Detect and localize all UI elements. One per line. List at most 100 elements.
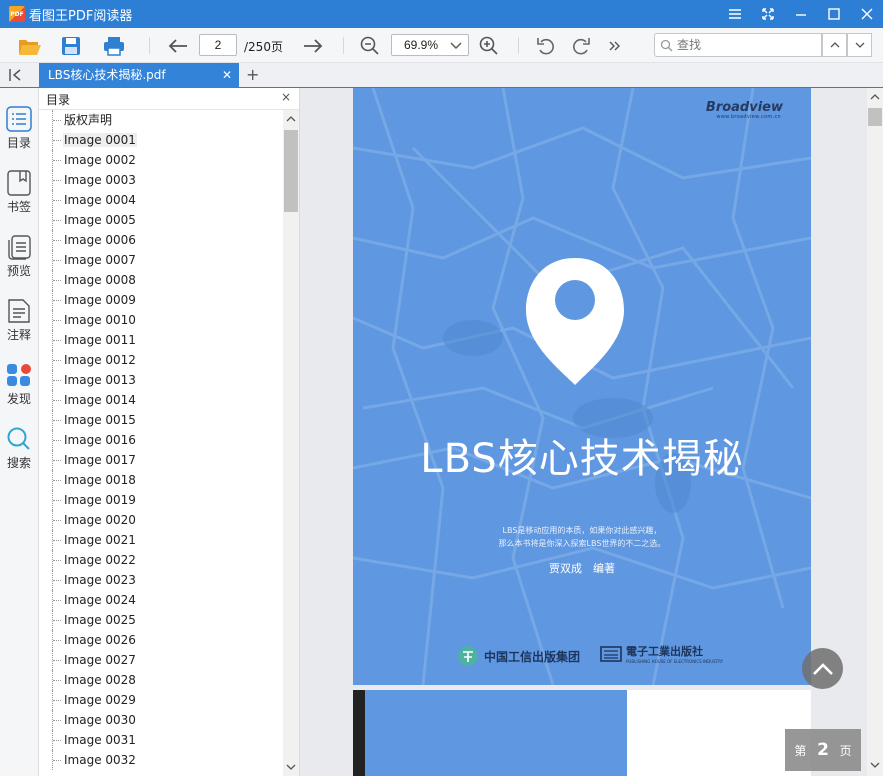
toc-item[interactable]: Image 0032 (39, 750, 283, 770)
toc-item[interactable]: Image 0005 (39, 210, 283, 230)
toc-item[interactable]: Image 0007 (39, 250, 283, 270)
scroll-up-arrow-icon[interactable] (286, 114, 296, 124)
toc-scrollbar[interactable] (283, 110, 299, 776)
next-page-icon[interactable] (300, 33, 326, 59)
toc-header: 目录 × (39, 88, 299, 110)
more-tools-icon[interactable] (602, 33, 628, 59)
toc-item[interactable]: Image 0015 (39, 410, 283, 430)
toc-item[interactable]: Image 0011 (39, 330, 283, 350)
rotate-left-icon[interactable] (533, 33, 559, 59)
toc-scroll-thumb[interactable] (284, 130, 298, 212)
close-icon[interactable] (850, 0, 883, 28)
nav-search[interactable]: 搜索 (0, 426, 38, 490)
toc-item-label: Image 0019 (64, 493, 136, 507)
nav-annotation[interactable]: 注释 (0, 298, 38, 362)
app-logo-icon: PDF (9, 6, 25, 22)
open-folder-icon[interactable] (17, 33, 43, 59)
map-background-graphic (353, 88, 811, 685)
maximize-icon[interactable] (817, 0, 850, 28)
toolbar-divider (518, 37, 519, 54)
toc-item-label: Image 0029 (64, 693, 136, 707)
window-controls (718, 0, 883, 28)
tab-close-icon[interactable]: ✕ (222, 63, 232, 88)
scroll-up-arrow-icon[interactable] (870, 92, 880, 102)
cover-desc-line-2: 那么本书将是你深入探索LBS世界的不二之选。 (498, 539, 666, 548)
search-prev-button[interactable] (822, 33, 847, 57)
publisher-name-2: 電子工業出版社 (626, 645, 703, 658)
toc-item[interactable]: Image 0004 (39, 190, 283, 210)
toc-item[interactable]: Image 0025 (39, 610, 283, 630)
document-tab[interactable]: LBS核心技术揭秘.pdf ✕ (39, 63, 239, 88)
toc-item-label: Image 0023 (64, 573, 136, 587)
toc-item-label: Image 0031 (64, 733, 136, 747)
document-scroll-thumb[interactable] (868, 108, 882, 126)
menu-icon[interactable] (718, 0, 751, 28)
toc-item[interactable]: Image 0006 (39, 230, 283, 250)
cover-description: LBS是移动应用的本质，如果你对此感兴趣， 那么本书将是你深入探索LBS世界的不… (353, 524, 811, 550)
toc-item[interactable]: Image 0013 (39, 370, 283, 390)
search-next-button[interactable] (847, 33, 872, 57)
print-icon[interactable] (101, 33, 127, 59)
search-input[interactable] (677, 37, 817, 53)
zoom-value: 69.9% (404, 38, 439, 52)
toc-item-label: Image 0011 (64, 333, 136, 347)
page-2-dark-strip (353, 690, 365, 776)
toc-item[interactable]: Image 0016 (39, 430, 283, 450)
toc-item[interactable]: Image 0008 (39, 270, 283, 290)
toc-item[interactable]: Image 0020 (39, 510, 283, 530)
toc-item-label: Image 0018 (64, 473, 136, 487)
nav-discover-label: 发现 (6, 392, 31, 406)
nav-toc[interactable]: 目录 (0, 106, 38, 170)
scroll-down-arrow-icon[interactable] (870, 760, 880, 770)
page-number-input[interactable]: 2 (199, 34, 237, 56)
toc-item[interactable]: Image 0019 (39, 490, 283, 510)
toc-item-label: Image 0001 (63, 133, 137, 147)
add-tab-button[interactable]: + (246, 65, 259, 84)
rotate-right-icon[interactable] (568, 33, 594, 59)
toc-item[interactable]: Image 0021 (39, 530, 283, 550)
scroll-down-arrow-icon[interactable] (286, 762, 296, 772)
zoom-out-icon[interactable] (357, 33, 383, 59)
toc-item[interactable]: Image 0001 (39, 130, 283, 150)
toc-item[interactable]: 版权声明 (39, 110, 283, 130)
toc-item[interactable]: Image 0009 (39, 290, 283, 310)
toc-item[interactable]: Image 0029 (39, 690, 283, 710)
toc-item-label: Image 0012 (64, 353, 136, 367)
toc-item[interactable]: Image 0030 (39, 710, 283, 730)
nav-discover[interactable]: 发现 (0, 362, 38, 426)
toc-item[interactable]: Image 0026 (39, 630, 283, 650)
toc-item[interactable]: Image 0010 (39, 310, 283, 330)
zoom-in-icon[interactable] (476, 33, 502, 59)
minimize-icon[interactable] (784, 0, 817, 28)
toc-item[interactable]: Image 0003 (39, 170, 283, 190)
toc-close-icon[interactable]: × (281, 90, 291, 104)
toc-item[interactable]: Image 0022 (39, 550, 283, 570)
toc-item[interactable]: Image 0012 (39, 350, 283, 370)
prev-page-icon[interactable] (165, 33, 191, 59)
toc-item[interactable]: Image 0023 (39, 570, 283, 590)
toc-item-label: Image 0025 (64, 613, 136, 627)
toc-item[interactable]: Image 0028 (39, 670, 283, 690)
toc-item-label: Image 0003 (64, 173, 136, 187)
save-icon[interactable] (58, 33, 84, 59)
toc-item[interactable]: Image 0027 (39, 650, 283, 670)
nav-preview[interactable]: 预览 (0, 234, 38, 298)
chevron-up-icon (830, 42, 839, 48)
nav-annotation-label: 注释 (6, 328, 31, 342)
toc-item[interactable]: Image 0024 (39, 590, 283, 610)
toc-item[interactable]: Image 0018 (39, 470, 283, 490)
annotation-icon (8, 299, 30, 323)
toc-item[interactable]: Image 0031 (39, 730, 283, 750)
document-scrollbar[interactable] (867, 88, 883, 776)
back-to-top-button[interactable] (802, 648, 843, 689)
toc-item[interactable]: Image 0017 (39, 450, 283, 470)
toc-item[interactable]: Image 0014 (39, 390, 283, 410)
document-view[interactable]: Broadview www.broadview.com.cn LBS核心技术揭秘… (300, 88, 867, 776)
zoom-select[interactable]: 69.9% (391, 34, 469, 56)
fullscreen-icon[interactable] (751, 0, 784, 28)
search-box[interactable] (654, 33, 822, 57)
collapse-sidebar-icon[interactable] (8, 67, 24, 83)
toc-item[interactable]: Image 0002 (39, 150, 283, 170)
nav-bookmark[interactable]: 书签 (0, 170, 38, 234)
document-tab-bar: LBS核心技术揭秘.pdf ✕ + (0, 63, 883, 88)
